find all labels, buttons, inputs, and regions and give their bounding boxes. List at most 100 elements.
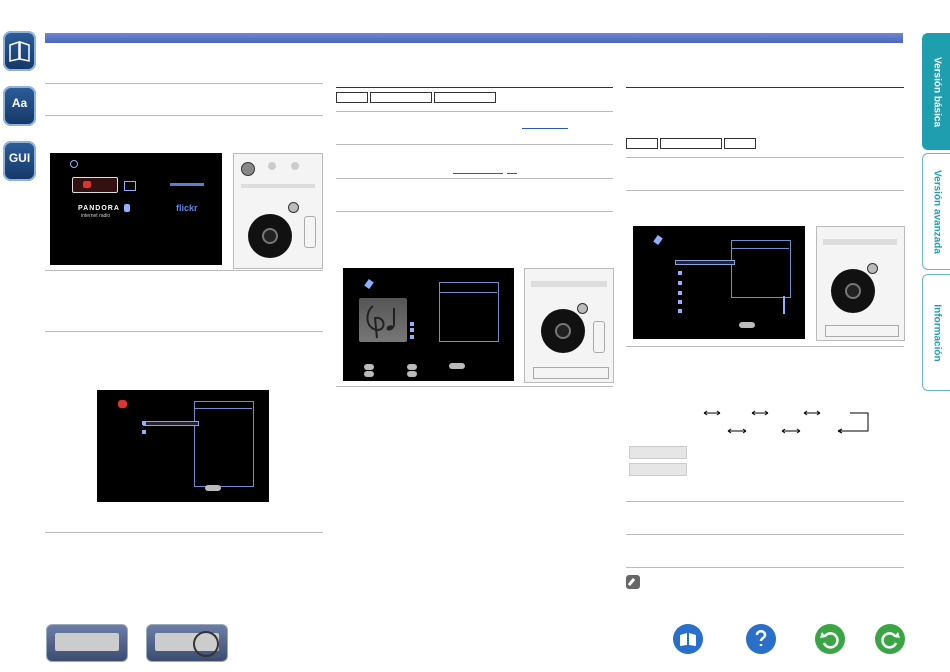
folder-icon [678, 291, 682, 295]
device-rear-button[interactable] [146, 624, 228, 662]
note-pencil-icon [626, 575, 640, 589]
favorites-screen [97, 390, 269, 502]
option-pill [739, 322, 755, 328]
divider [45, 83, 323, 84]
tag-box [660, 138, 722, 149]
enter-button[interactable] [262, 228, 278, 244]
book-icon[interactable] [673, 624, 703, 654]
gui-label: GUI [8, 151, 31, 165]
selection-bar[interactable] [143, 421, 199, 426]
manual-icon[interactable] [3, 31, 36, 71]
header-bar [45, 33, 903, 43]
favorites-tile[interactable] [72, 177, 118, 193]
status-icon [410, 322, 414, 326]
list-header-line [194, 408, 252, 409]
divider [45, 115, 323, 116]
forward-icon[interactable] [875, 624, 905, 654]
folder-icon [678, 309, 682, 313]
divider [45, 331, 323, 332]
pencil-icon [653, 235, 663, 245]
remote-option [524, 268, 614, 383]
dpad[interactable] [248, 214, 292, 258]
aa-icon[interactable]: Aa [3, 86, 36, 126]
selection-bar[interactable] [675, 260, 735, 265]
status-icon [410, 335, 414, 339]
list-panel [194, 401, 254, 487]
dpad[interactable] [541, 309, 585, 353]
option-pill [449, 363, 465, 369]
divider [626, 534, 904, 535]
device-icon [55, 633, 119, 651]
button-row [823, 239, 897, 245]
remote-browse [816, 226, 905, 341]
divider [336, 111, 613, 112]
help-icon[interactable] [746, 624, 776, 654]
tag-box [370, 92, 432, 103]
divider [626, 501, 904, 502]
enter-button[interactable] [555, 323, 571, 339]
tag-box [434, 92, 496, 103]
redo-glyph [881, 632, 900, 649]
divider [626, 190, 904, 191]
tab-informacion[interactable]: Información [922, 274, 950, 391]
volume-rocker[interactable] [304, 216, 316, 248]
button-row [531, 281, 607, 287]
napster-logo [170, 183, 204, 186]
button-pill [407, 364, 417, 370]
playback-screen [343, 268, 514, 381]
divider [626, 567, 904, 568]
section-rule [336, 87, 613, 88]
aa-label: Aa [11, 96, 28, 110]
pencil-glyph [627, 577, 636, 587]
remote-button [291, 162, 299, 170]
album-art [359, 298, 407, 342]
folder-icon [678, 271, 682, 275]
divider [626, 157, 904, 158]
divider [336, 386, 613, 387]
gui-icon[interactable]: GUI [3, 141, 36, 181]
option-pill [205, 485, 221, 491]
tab-label: Información [931, 303, 943, 362]
network-screen: PANDORA internet radio flickr [50, 153, 222, 265]
divider [45, 270, 323, 271]
scrollbar[interactable] [783, 296, 785, 314]
heart-icon [83, 181, 91, 188]
tab-label: Versión básica [931, 56, 943, 127]
divider [336, 178, 613, 179]
dpad[interactable] [831, 269, 875, 313]
button-row [241, 184, 315, 188]
link-underline[interactable] [522, 128, 568, 129]
link-underline[interactable] [453, 173, 503, 174]
option-button[interactable] [577, 303, 588, 314]
book-outline-icon [9, 40, 30, 62]
enter-button[interactable] [845, 283, 861, 299]
pandora-logo: PANDORA [78, 205, 120, 212]
server-icon [124, 181, 136, 191]
tag-box [626, 138, 658, 149]
heart-icon [118, 400, 127, 408]
network-button[interactable] [241, 162, 255, 176]
button-pill [407, 371, 417, 377]
book-glyph [680, 633, 696, 646]
browse-screen [633, 226, 805, 339]
up-icon [142, 421, 146, 425]
volume-rocker[interactable] [593, 321, 605, 353]
tab-version-avanzada[interactable]: Versión avanzada [922, 153, 950, 270]
tab-version-basica[interactable]: Versión básica [922, 33, 950, 150]
number-keys[interactable] [533, 367, 609, 379]
link-underline[interactable] [507, 173, 517, 174]
status-icon [410, 328, 414, 332]
cycle-arrows-diagram [703, 410, 869, 434]
back-icon[interactable] [815, 624, 845, 654]
option-button[interactable] [288, 202, 299, 213]
usb-icon [124, 204, 130, 212]
up-icon [142, 430, 146, 434]
device-front-button[interactable] [46, 624, 128, 662]
divider [626, 346, 904, 347]
magnifier-icon [193, 631, 219, 657]
number-keys[interactable] [825, 325, 899, 337]
option-button[interactable] [867, 263, 878, 274]
tag-box [724, 138, 756, 149]
divider [45, 532, 323, 533]
button-pill [364, 364, 374, 370]
